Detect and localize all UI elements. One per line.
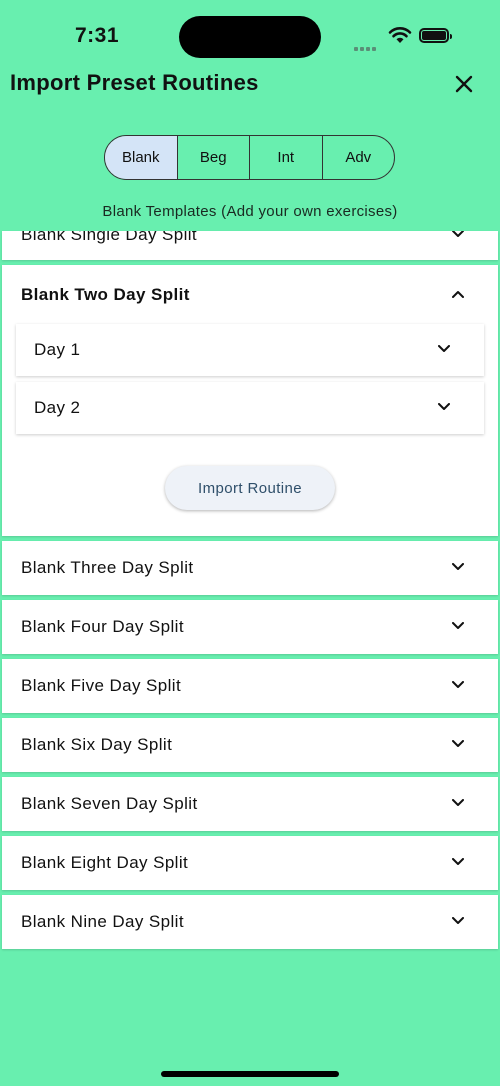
templates-subtitle: Blank Templates (Add your own exercises)	[102, 203, 398, 220]
routine-row[interactable]: Blank Three Day Split	[2, 541, 498, 595]
chevron-down-icon	[452, 231, 464, 237]
routine-item[interactable]: Blank Four Day Split	[2, 600, 498, 654]
routine-item[interactable]: Blank Seven Day Split	[2, 777, 498, 831]
chevron-down-icon	[452, 681, 464, 688]
level-segmented-control: Blank Beg Int Adv	[104, 135, 395, 180]
routine-label: Blank Nine Day Split	[21, 912, 184, 931]
import-button-container: Import Routine	[2, 440, 498, 536]
routine-row[interactable]: Blank Six Day Split	[2, 718, 498, 772]
dynamic-island	[179, 16, 321, 58]
routine-row[interactable]: Blank Nine Day Split	[2, 895, 498, 949]
home-indicator	[161, 1071, 339, 1077]
chevron-down-icon	[452, 563, 464, 570]
routine-row[interactable]: Blank Five Day Split	[2, 659, 498, 713]
tab-blank[interactable]: Blank	[105, 136, 178, 179]
routine-row[interactable]: Blank Single Day Split	[2, 231, 498, 249]
routine-item[interactable]: Blank Nine Day Split	[2, 895, 498, 949]
routine-label: Blank Eight Day Split	[21, 853, 189, 872]
routine-row[interactable]: Blank Two Day Split	[2, 265, 498, 324]
wifi-icon	[388, 27, 412, 43]
chevron-down-icon	[452, 799, 464, 806]
chevron-down-icon	[438, 345, 450, 352]
routine-item[interactable]: Blank Six Day Split	[2, 718, 498, 772]
routine-row[interactable]: Blank Four Day Split	[2, 600, 498, 654]
page-title: Import Preset Routines	[10, 70, 259, 95]
routine-list: Blank Single Day Split Blank Two Day Spl…	[2, 231, 498, 954]
routine-label: Blank Four Day Split	[21, 617, 184, 636]
battery-icon	[419, 28, 452, 43]
close-icon[interactable]	[450, 70, 478, 98]
routine-label: Blank Seven Day Split	[21, 794, 198, 813]
chevron-down-icon	[438, 403, 450, 410]
routine-item-expanded: Blank Two Day Split Day 1 Day 2 Import R…	[2, 265, 498, 536]
routine-row[interactable]: Blank Eight Day Split	[2, 836, 498, 890]
chevron-down-icon	[452, 622, 464, 629]
routine-label: Blank Two Day Split	[21, 284, 190, 304]
tab-beg[interactable]: Beg	[178, 136, 250, 179]
routine-item[interactable]: Blank Five Day Split	[2, 659, 498, 713]
chevron-down-icon	[452, 740, 464, 747]
tab-int[interactable]: Int	[250, 136, 323, 179]
chevron-down-icon	[452, 858, 464, 865]
day-label: Day 1	[34, 340, 81, 359]
routine-label: Blank Three Day Split	[21, 558, 194, 577]
routine-item[interactable]: Blank Eight Day Split	[2, 836, 498, 890]
chevron-up-icon	[452, 290, 464, 298]
day-label: Day 2	[34, 398, 81, 417]
routine-row[interactable]: Blank Seven Day Split	[2, 777, 498, 831]
routine-label: Blank Five Day Split	[21, 676, 182, 695]
signal-icon	[354, 38, 378, 56]
tab-adv[interactable]: Adv	[323, 136, 395, 179]
day-item[interactable]: Day 1	[16, 324, 484, 376]
routine-item[interactable]: Blank Single Day Split	[2, 231, 498, 260]
chevron-down-icon	[452, 917, 464, 924]
import-routine-button[interactable]: Import Routine	[165, 466, 335, 510]
status-bar: 7:31	[0, 0, 500, 70]
routine-label: Blank Single Day Split	[21, 231, 198, 244]
day-item[interactable]: Day 2	[16, 382, 484, 434]
routine-item[interactable]: Blank Three Day Split	[2, 541, 498, 595]
routine-label: Blank Six Day Split	[21, 735, 173, 754]
status-time: 7:31	[75, 24, 120, 47]
